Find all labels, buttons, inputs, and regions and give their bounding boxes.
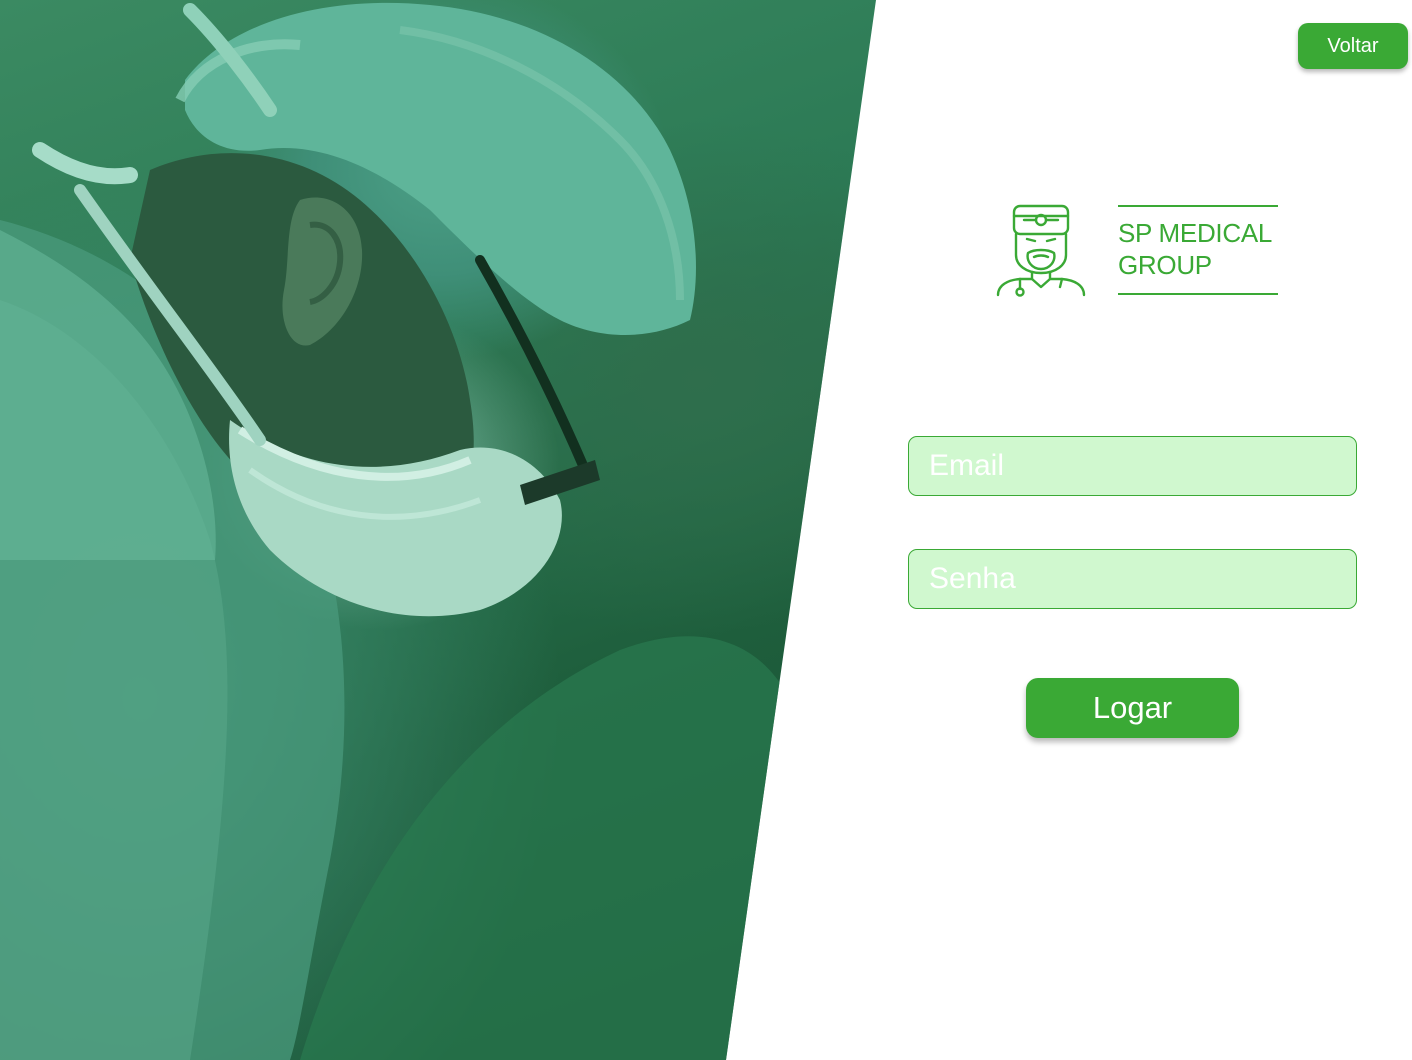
brand-name-line2: GROUP: [1118, 250, 1212, 280]
login-page: Voltar SP MEDICAL GROUP Email Logar: [0, 0, 1412, 1060]
brand-name: SP MEDICAL GROUP: [1118, 205, 1278, 295]
surgeon-photo: [0, 2, 790, 1060]
email-field[interactable]: [908, 436, 1357, 496]
doctor-head-mirror-icon: [996, 204, 1086, 297]
brand-logo: SP MEDICAL GROUP: [994, 203, 1284, 299]
login-button[interactable]: Logar: [1026, 678, 1239, 738]
password-field[interactable]: [908, 549, 1357, 609]
brand-name-line1: SP MEDICAL: [1118, 218, 1273, 248]
back-button[interactable]: Voltar: [1298, 23, 1408, 69]
hero-image-panel: [0, 0, 876, 1060]
